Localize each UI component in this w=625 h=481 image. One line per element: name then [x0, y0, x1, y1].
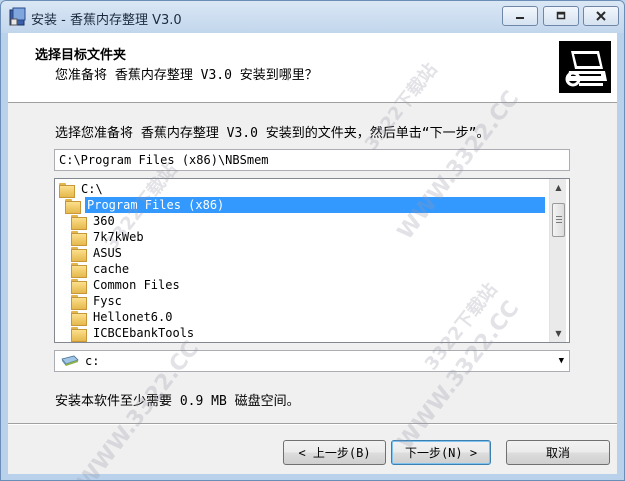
disk-space-requirement: 安装本软件至少需要 0.9 MB 磁盘空间。: [55, 394, 300, 409]
scroll-down-arrow-icon[interactable]: ▼: [550, 325, 567, 342]
open-folder-icon: [65, 198, 81, 214]
dropdown-arrow-icon[interactable]: ▼: [559, 356, 564, 366]
folder-tree-item[interactable]: ICBCEbankTools: [71, 325, 196, 342]
folder-icon: [71, 230, 87, 246]
folder-icon: [71, 326, 87, 342]
back-button[interactable]: < 上一步(B): [283, 440, 386, 465]
wizard-header: 选择目标文件夹 您准备将 香蕉内存整理 V3.0 安装到哪里？: [8, 33, 617, 103]
title-bar[interactable]: 安装 - 香蕉内存整理 V3.0: [1, 1, 624, 33]
folder-tree-item[interactable]: cache: [71, 261, 131, 278]
drive-select-value: c:: [85, 354, 100, 368]
installer-computer-icon: [559, 41, 611, 93]
install-location-instruction: 选择您准备将 香蕉内存整理 V3.0 安装到的文件夹，然后单击“下一步”。: [55, 126, 490, 141]
folder-tree-item[interactable]: [71, 341, 95, 344]
folder-tree-item-selected[interactable]: Program Files (x86): [65, 197, 545, 214]
folder-tree-item[interactable]: Hellonet6.0: [71, 309, 174, 326]
close-button[interactable]: [583, 6, 619, 26]
drive-select[interactable]: c: ▼: [54, 350, 570, 372]
cancel-button[interactable]: 取消: [506, 440, 610, 465]
install-path-field[interactable]: C:\Program Files (x86)\NBSmem: [54, 149, 570, 171]
folder-tree-item[interactable]: Common Files: [71, 277, 182, 294]
folder-icon: [71, 278, 87, 294]
folder-icon: [71, 343, 87, 344]
folder-icon: [59, 182, 75, 198]
minimize-icon: [516, 17, 524, 19]
folder-tree-item[interactable]: 360: [71, 213, 117, 230]
maximize-icon: [556, 11, 566, 20]
installer-window: 安装 - 香蕉内存整理 V3.0 选择目标文件夹 您准备将 香蕉内存整理 V3.…: [0, 0, 625, 481]
folder-tree-scrollbar[interactable]: ▲ ▼: [549, 179, 566, 342]
folder-tree-item[interactable]: ASUS: [71, 245, 124, 262]
folder-tree-item[interactable]: 7k7kWeb: [71, 229, 146, 246]
scroll-up-arrow-icon[interactable]: ▲: [550, 179, 567, 196]
close-icon: [596, 11, 606, 21]
next-button[interactable]: 下一步(N) >: [391, 440, 491, 465]
folder-icon: [71, 262, 87, 278]
minimize-button[interactable]: [502, 6, 538, 26]
maximize-button[interactable]: [543, 6, 579, 26]
folder-icon: [71, 310, 87, 326]
scrollbar-thumb[interactable]: [552, 203, 565, 237]
installer-app-icon: [9, 7, 26, 26]
page-subtitle: 您准备将 香蕉内存整理 V3.0 安装到哪里？: [55, 68, 318, 83]
window-title: 安装 - 香蕉内存整理 V3.0: [31, 13, 182, 28]
hard-drive-icon: [61, 355, 79, 366]
folder-icon: [71, 214, 87, 230]
wizard-client-area: 选择目标文件夹 您准备将 香蕉内存整理 V3.0 安装到哪里？ 选择您准备将 香…: [8, 33, 617, 480]
button-separator: [8, 423, 617, 425]
folder-icon: [71, 294, 87, 310]
folder-tree-item-drive[interactable]: C:\: [59, 181, 105, 198]
folder-icon: [71, 246, 87, 262]
page-title: 选择目标文件夹: [35, 48, 127, 63]
folder-tree-item[interactable]: Fysc: [71, 293, 124, 310]
folder-tree[interactable]: C:\ Program Files (x86) 360 7k7kWeb ASUS…: [54, 178, 570, 343]
